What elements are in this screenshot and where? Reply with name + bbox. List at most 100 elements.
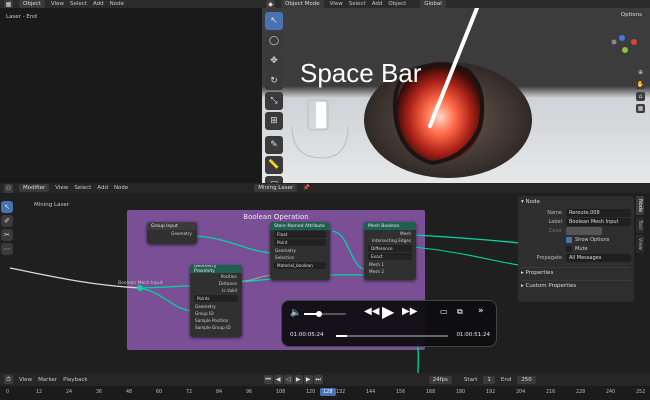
mode-dropdown[interactable]: Object (19, 0, 45, 8)
reroute-dot[interactable] (137, 285, 143, 291)
timeline-play-icon[interactable]: ▶ (293, 375, 303, 384)
sidebar-node-section[interactable]: ▾ Node (521, 199, 631, 205)
group-input-node[interactable]: Group Input Geometry (147, 222, 197, 244)
subtitles-icon[interactable]: ▭ (440, 307, 448, 316)
progress-track[interactable] (336, 335, 448, 337)
forward-icon[interactable]: ▶▶ (402, 306, 417, 317)
end-field[interactable]: 250 (517, 375, 536, 384)
hand-icon[interactable]: ✋ (636, 80, 645, 89)
timeline-ruler[interactable]: 0 12 24 36 48 60 72 84 96 108 120 132 144 156 168 180 19… (0, 386, 650, 400)
ne-menu-select[interactable]: Select (74, 185, 91, 191)
ne-menu-add[interactable]: Add (97, 185, 108, 191)
scale-icon[interactable]: ⤡ (265, 92, 283, 110)
ne-menu-node[interactable]: Node (114, 185, 128, 191)
geo-prox-mode[interactable]: Points (194, 295, 238, 302)
label-field[interactable]: Boolean Mesh Input (566, 217, 631, 226)
rewind-icon[interactable]: ◀◀ (364, 306, 379, 317)
current-frame-indicator[interactable]: 128 (320, 388, 336, 396)
modifier-dropdown[interactable]: Modifier (19, 184, 50, 192)
color-swatch[interactable] (566, 226, 602, 235)
grid-icon[interactable]: ▦ (636, 104, 645, 113)
geo-prox-distance: Distance (218, 281, 237, 286)
volume-slider-knob[interactable] (315, 311, 322, 317)
ne-menu-view[interactable]: View (55, 185, 68, 191)
vp-menu-select[interactable]: Select (349, 1, 366, 7)
object-mode-dropdown[interactable]: Object Mode (281, 0, 324, 8)
mute-checkbox[interactable] (566, 245, 572, 252)
show-options-checkbox[interactable] (566, 236, 572, 243)
mesh-boolean-out-mesh: Mesh (399, 231, 411, 236)
next-key-icon[interactable]: ▶ (303, 375, 313, 384)
jump-end-icon[interactable]: ⏭ (313, 375, 323, 384)
timeline-menu-view[interactable]: View (19, 377, 32, 383)
volume-icon[interactable]: 🔈 (290, 308, 301, 318)
annotate-icon[interactable]: ✎ (265, 136, 283, 154)
zoom-icon[interactable]: ⊕ (636, 68, 645, 77)
custom-properties-section[interactable]: ▸ Custom Properties (521, 280, 631, 289)
pin-icon[interactable]: 📌 (303, 185, 310, 191)
propagate-dropdown[interactable]: All Messages (566, 253, 631, 262)
custom-properties-label: Custom Properties (525, 283, 577, 289)
rotate-icon[interactable]: ↻ (265, 72, 283, 90)
mesh-boolean-operation[interactable]: Difference (368, 245, 412, 252)
current-time: 01:00:05:24 (290, 332, 324, 338)
skip-icon[interactable]: » (478, 306, 484, 316)
start-field[interactable]: 1 (483, 375, 495, 384)
menu-node[interactable]: Node (110, 1, 124, 7)
prev-key-icon[interactable]: ◀ (273, 375, 283, 384)
mesh-boolean-solver[interactable]: Exact (368, 253, 412, 260)
store-attr-name[interactable]: Material_boolean (274, 262, 326, 269)
fps-display[interactable]: 24fps (428, 375, 452, 384)
camera-icon[interactable]: ⌂ (636, 92, 645, 101)
measure-icon[interactable]: 📏 (265, 156, 283, 174)
tab-tool[interactable]: Tool (636, 217, 644, 233)
move-icon[interactable]: ✥ (265, 52, 283, 70)
timeline-editor-icon[interactable]: ⏱ (4, 375, 13, 384)
menu-add[interactable]: Add (93, 1, 104, 7)
node-tree-name-field[interactable]: Mining Laser (254, 184, 298, 192)
properties-section[interactable]: ▸ Properties (521, 267, 631, 276)
store-attr-domain[interactable]: Point (274, 239, 326, 246)
geometry-proximity-node[interactable]: Geometry Proximity Position Distance Is … (190, 265, 242, 337)
play-icon[interactable]: ▶ (382, 302, 394, 321)
geo-prox-group-id: Group ID (195, 311, 214, 316)
tab-node[interactable]: Node (636, 196, 644, 216)
viewport-nav-buttons: ⊕ ✋ ⌂ ▦ (636, 68, 645, 113)
pip-icon[interactable]: ⧉ (457, 307, 463, 317)
menu-select[interactable]: Select (70, 1, 87, 7)
sidebar-tabs: Node Tool View (636, 196, 648, 253)
vp-menu-object[interactable]: Object (388, 1, 406, 7)
menu-view[interactable]: View (51, 1, 64, 7)
orientation-dropdown[interactable]: Global (420, 0, 446, 8)
left-editor-area: Laser - End (0, 8, 262, 183)
volume-slider-track[interactable] (304, 311, 346, 317)
nav-gizmo-z (619, 35, 625, 41)
timeline-tick: 216 (546, 390, 556, 395)
vp-menu-add[interactable]: Add (372, 1, 383, 7)
nav-gizmo-neg (611, 39, 617, 45)
node-editor-canvas[interactable]: Mining Laser ↖ ✐ ✂ ⋯ Boolean Operation G… (0, 193, 650, 373)
tab-view[interactable]: View (636, 234, 644, 253)
viewport-3d[interactable]: Space Bar Options ⊕ ✋ ⌂ ▦ (262, 8, 650, 183)
mesh-boolean-node[interactable]: Mesh Boolean Mesh Intersecting Edges Dif… (364, 222, 416, 280)
timeline-menu-playback[interactable]: Playback (63, 377, 88, 383)
cursor-icon[interactable]: ↖ (265, 12, 283, 30)
timeline-tick: 96 (246, 390, 253, 395)
store-attr-type[interactable]: Float (274, 231, 326, 238)
jump-start-icon[interactable]: ⏮ (263, 375, 273, 384)
mesh-boolean-mesh1: Mesh 1 (369, 262, 385, 267)
select-circle-icon[interactable]: ◯ (265, 32, 283, 50)
name-row: Name Reroute.008 (521, 208, 631, 217)
timeline-tick: 156 (396, 390, 406, 395)
store-named-attribute-node[interactable]: Store Named Attribute Float Point Geomet… (270, 222, 330, 280)
transform-icon[interactable]: ⊞ (265, 112, 283, 130)
timeline-menu-marker[interactable]: Marker (38, 377, 57, 383)
name-field[interactable]: Reroute.008 (566, 208, 631, 217)
play-reverse-icon[interactable]: ◁ (283, 375, 293, 384)
timeline-tick: 84 (216, 390, 223, 395)
node-editor-type-icon[interactable]: ⚇ (4, 183, 13, 193)
options-button[interactable]: Options (616, 11, 646, 19)
mute-row: Mute (521, 244, 631, 253)
timeline-tick: 252 (636, 390, 646, 395)
vp-menu-view[interactable]: View (330, 1, 343, 7)
